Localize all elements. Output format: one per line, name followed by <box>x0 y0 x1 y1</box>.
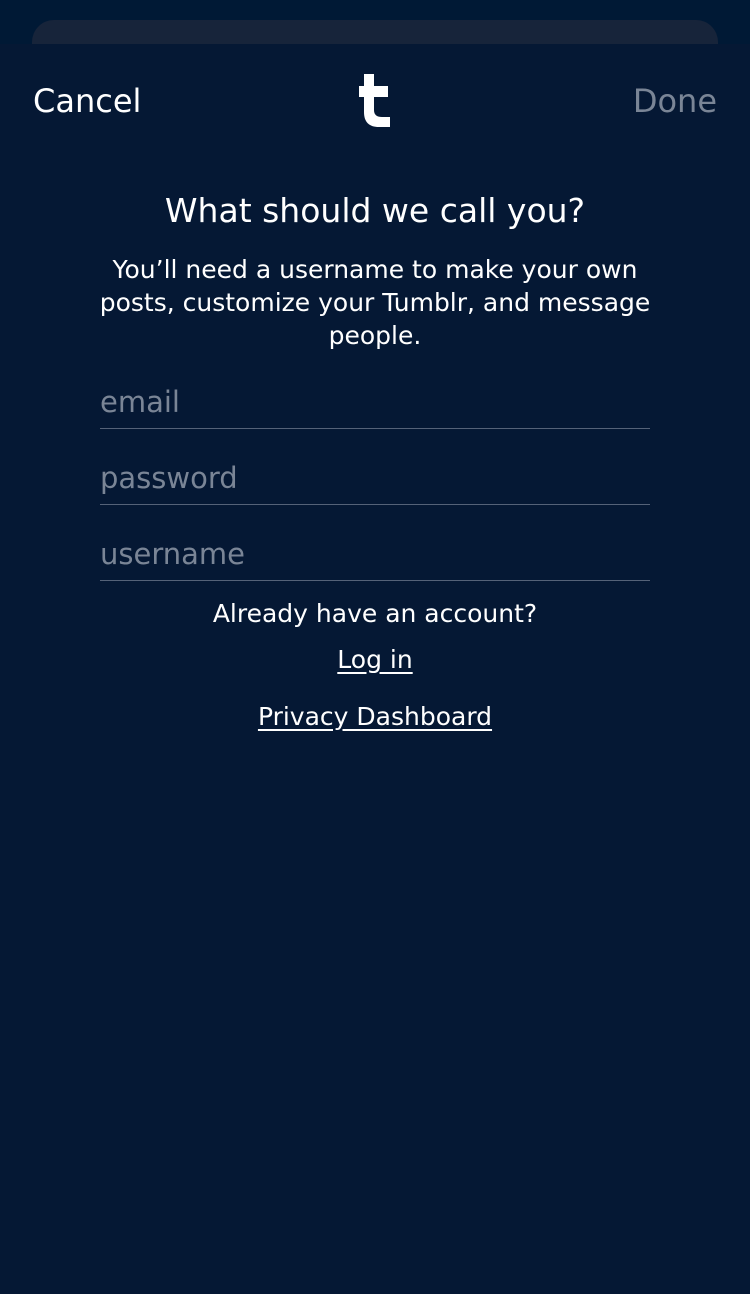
privacy-dashboard-link[interactable]: Privacy Dashboard <box>258 702 492 731</box>
email-field <box>100 376 650 429</box>
tumblr-logo-icon <box>359 74 390 127</box>
username-input[interactable] <box>100 528 650 580</box>
login-link-row: Log in <box>0 644 750 676</box>
page-title: What should we call you? <box>164 191 586 230</box>
password-input[interactable] <box>100 452 650 504</box>
login-link[interactable]: Log in <box>337 645 412 674</box>
email-input[interactable] <box>100 376 650 428</box>
username-field <box>100 528 650 581</box>
password-field <box>100 452 650 505</box>
done-button[interactable]: Done <box>633 81 717 121</box>
account-question: Already have an account? <box>212 599 538 628</box>
cancel-button[interactable]: Cancel <box>33 81 141 121</box>
page-subtitle: You’ll need a username to make your own … <box>99 255 651 350</box>
privacy-link-row: Privacy Dashboard <box>0 701 750 733</box>
